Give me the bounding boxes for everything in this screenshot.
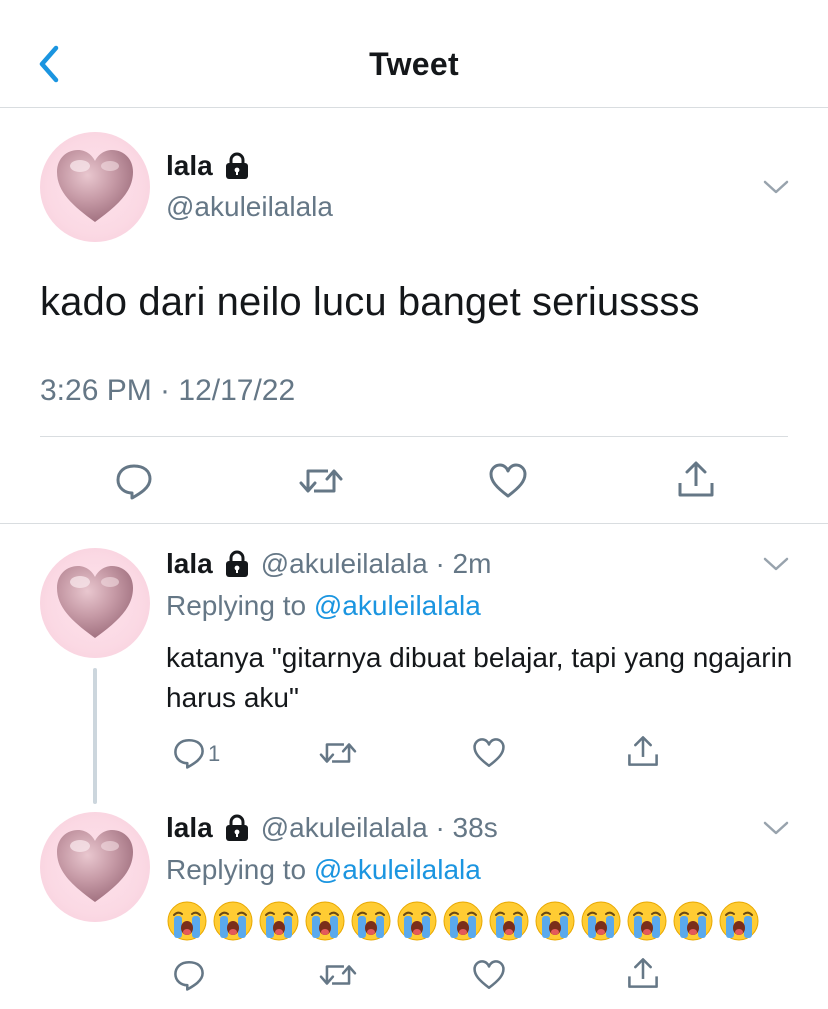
- page-title: Tweet: [369, 46, 459, 82]
- replying-prefix: Replying to: [166, 854, 314, 885]
- reply-icon[interactable]: [114, 461, 154, 501]
- avatar[interactable]: [40, 548, 150, 658]
- loudly-crying-face-icon: [213, 901, 253, 941]
- replying-to: Replying to @akuleilalala: [166, 590, 481, 622]
- reply-emoji-row: [166, 900, 760, 942]
- author-row: lala @akuleilalala · 2m: [166, 548, 491, 580]
- replying-prefix: Replying to: [166, 590, 314, 621]
- lock-icon: [225, 550, 248, 577]
- replying-to: Replying to @akuleilalala: [166, 854, 481, 886]
- loudly-crying-face-icon: [305, 901, 345, 941]
- loudly-crying-face-icon: [627, 901, 667, 941]
- tweet-text: kado dari neilo lucu banget seriussss: [40, 280, 700, 324]
- share-icon[interactable]: [626, 734, 660, 768]
- reply-icon[interactable]: [172, 958, 206, 992]
- loudly-crying-face-icon: [351, 901, 391, 941]
- loudly-crying-face-icon: [535, 901, 575, 941]
- avatar[interactable]: [40, 812, 150, 922]
- replying-to-link[interactable]: @akuleilalala: [314, 854, 481, 885]
- retweet-icon[interactable]: [298, 461, 344, 501]
- display-name[interactable]: lala: [166, 548, 213, 580]
- heart-icon: [57, 830, 133, 902]
- author-row: lala @akuleilalala · 38s: [166, 812, 498, 844]
- user-handle[interactable]: @akuleilalala: [166, 191, 333, 223]
- tweet-timestamp[interactable]: 3:26 PM · 12/17/22: [40, 374, 295, 408]
- reply-meta: @akuleilalala · 2m: [260, 548, 492, 579]
- display-name[interactable]: lala: [166, 150, 213, 182]
- lock-icon: [225, 152, 248, 179]
- heart-icon: [57, 150, 133, 222]
- divider: [40, 436, 788, 437]
- heart-icon: [57, 566, 133, 638]
- replying-to-link[interactable]: @akuleilalala: [314, 590, 481, 621]
- loudly-crying-face-icon: [167, 901, 207, 941]
- divider: [0, 523, 828, 524]
- retweet-icon[interactable]: [318, 736, 358, 770]
- loudly-crying-face-icon: [581, 901, 621, 941]
- like-icon[interactable]: [472, 958, 506, 992]
- chevron-down-icon[interactable]: [763, 820, 789, 836]
- retweet-icon[interactable]: [318, 958, 358, 992]
- like-icon[interactable]: [488, 461, 528, 501]
- nav-header: Tweet: [0, 0, 828, 108]
- chevron-down-icon[interactable]: [763, 179, 789, 195]
- loudly-crying-face-icon: [443, 901, 483, 941]
- reply-count: 1: [208, 741, 221, 766]
- share-icon[interactable]: [676, 459, 716, 499]
- display-name[interactable]: lala: [166, 812, 213, 844]
- avatar[interactable]: [40, 132, 150, 242]
- loudly-crying-face-icon: [719, 901, 759, 941]
- loudly-crying-face-icon: [259, 901, 299, 941]
- reply-meta: @akuleilalala · 38s: [260, 812, 498, 843]
- loudly-crying-face-icon: [397, 901, 437, 941]
- like-icon[interactable]: [472, 736, 506, 770]
- reply-text: katanya "gitarnya dibuat belajar, tapi y…: [166, 642, 793, 713]
- share-icon[interactable]: [626, 956, 660, 990]
- loudly-crying-face-icon: [489, 901, 529, 941]
- lock-icon: [225, 814, 248, 841]
- author-row: lala: [166, 150, 251, 182]
- chevron-down-icon[interactable]: [763, 556, 789, 572]
- thread-connector: [93, 668, 97, 804]
- loudly-crying-face-icon: [673, 901, 713, 941]
- reply-icon[interactable]: [172, 736, 206, 770]
